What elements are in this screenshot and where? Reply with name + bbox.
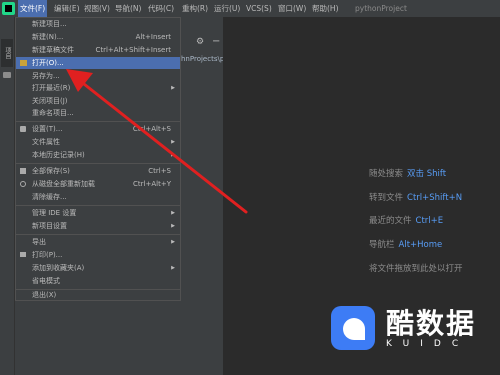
arrow-shaft	[82, 82, 248, 214]
watermark-title: 酷数据	[386, 307, 477, 340]
watermark-subtitle: KUIDC	[386, 339, 470, 349]
watermark-logo-icon	[331, 306, 375, 350]
